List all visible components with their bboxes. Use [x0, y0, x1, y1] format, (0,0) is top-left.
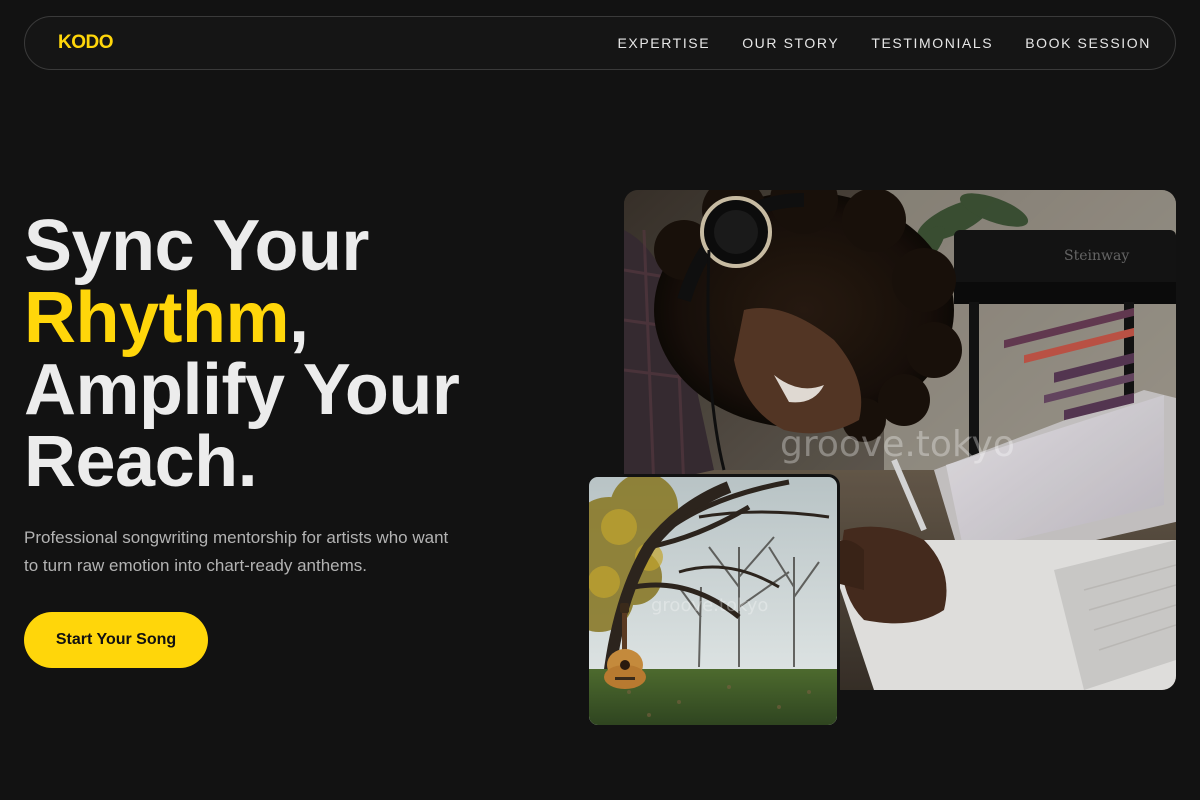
- hero-title-comma: ,: [289, 278, 309, 358]
- hero-title-line-3: Amplify Your: [24, 350, 460, 430]
- nav-link-our-story[interactable]: OUR STORY: [742, 35, 839, 51]
- hero-title-line-2: Rhythm,: [24, 282, 459, 354]
- nav-link-expertise[interactable]: EXPERTISE: [617, 35, 710, 51]
- hero-title: Sync Your Rhythm, Amplify Your Reach.: [24, 206, 460, 502]
- nav-links: EXPERTISE OUR STORY TESTIMONIALS BOOK SE…: [617, 35, 1151, 51]
- brand-logo[interactable]: KODO: [58, 32, 114, 54]
- nav-link-testimonials[interactable]: TESTIMONIALS: [871, 35, 993, 51]
- start-your-song-button[interactable]: Start Your Song: [24, 612, 208, 668]
- hero-subtitle: Professional songwriting mentorship for …: [24, 528, 449, 575]
- small-photo-watermark: groove.tokyo: [651, 595, 769, 616]
- nav-link-book-session[interactable]: BOOK SESSION: [1025, 35, 1151, 51]
- main-photo-watermark: groove.tokyo: [780, 424, 1015, 465]
- top-navigation: KODO EXPERTISE OUR STORY TESTIMONIALS BO…: [24, 16, 1176, 70]
- hero-title-line-1: Sync Your: [24, 206, 369, 286]
- landing-page: KODO EXPERTISE OUR STORY TESTIMONIALS BO…: [0, 0, 1200, 800]
- hero-title-accent: Rhythm: [24, 278, 290, 358]
- hero-title-line-4: Reach.: [24, 422, 258, 502]
- guitar-under-tree-photo: groove.tokyo: [586, 474, 840, 728]
